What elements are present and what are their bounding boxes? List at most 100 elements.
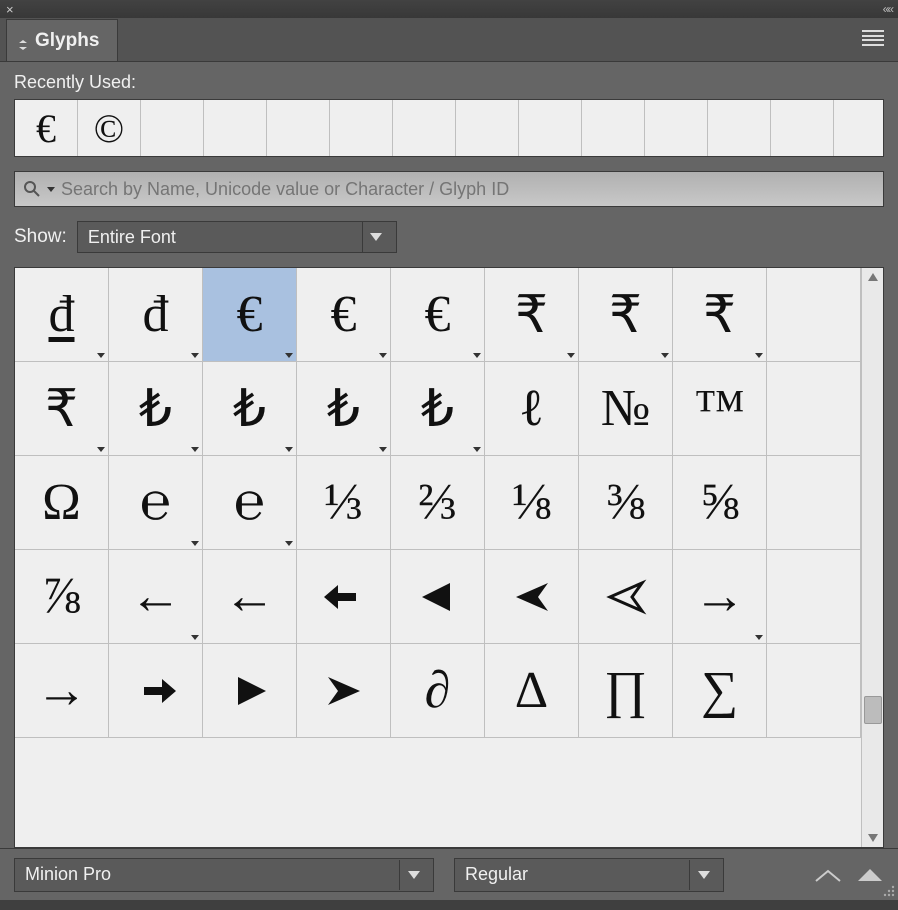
recent-glyph-cell[interactable] [708, 100, 771, 156]
recent-glyph-cell[interactable] [519, 100, 582, 156]
glyph-cell [767, 644, 861, 738]
glyph-cell[interactable]: ⅜ [579, 456, 673, 550]
glyph-cell[interactable]: ⅓ [297, 456, 391, 550]
recent-glyph-cell[interactable] [645, 100, 708, 156]
glyph-cell[interactable]: đ [109, 268, 203, 362]
glyph-cell[interactable]: → [15, 644, 109, 738]
recent-glyph-cell[interactable]: © [78, 100, 141, 156]
collapse-icon[interactable]: «« [883, 2, 892, 16]
glyph-cell[interactable]: № [579, 362, 673, 456]
alternates-indicator-icon [191, 541, 199, 546]
glyph-cell[interactable]: đ [15, 268, 109, 362]
glyph-cell[interactable]: ← [203, 550, 297, 644]
zoom-out-button[interactable] [814, 867, 842, 883]
tab-glyphs[interactable]: Glyphs [6, 19, 118, 61]
glyph-cell[interactable]: ₹ [673, 268, 767, 362]
close-icon[interactable]: × [6, 2, 14, 17]
glyph-cell[interactable]: ™ [673, 362, 767, 456]
glyph-grid: đđ€€€₹₹₹₹₺₺₺₺ℓ№™Ω℮℮⅓⅔⅛⅜⅝⅞←←→→∂Δ∏∑ [15, 268, 861, 847]
glyph-cell [767, 456, 861, 550]
dropdown-button[interactable] [399, 860, 427, 890]
alternates-indicator-icon [97, 353, 105, 358]
alternates-indicator-icon [97, 447, 105, 452]
alternates-indicator-icon [661, 353, 669, 358]
glyph-cell[interactable]: € [203, 268, 297, 362]
search-history-icon[interactable] [47, 187, 55, 192]
recent-glyph-cell[interactable] [456, 100, 519, 156]
font-family-dropdown[interactable]: Minion Pro [14, 858, 434, 892]
recent-glyph-cell[interactable] [141, 100, 204, 156]
glyph-cell[interactable]: ∂ [391, 644, 485, 738]
recent-glyph-cell[interactable] [204, 100, 267, 156]
zoom-in-button[interactable] [856, 867, 884, 883]
tab-bar: Glyphs [0, 18, 898, 62]
show-row: Show: Entire Font [14, 221, 884, 253]
glyph-cell[interactable]: ⅔ [391, 456, 485, 550]
font-family-value: Minion Pro [25, 864, 389, 885]
glyph-cell[interactable]: Δ [485, 644, 579, 738]
glyph-cell[interactable] [579, 550, 673, 644]
glyph-cell[interactable]: Ω [15, 456, 109, 550]
vertical-scrollbar[interactable] [861, 268, 883, 847]
recent-glyph-cell[interactable] [771, 100, 834, 156]
alternates-indicator-icon [191, 635, 199, 640]
glyph-cell[interactable] [485, 550, 579, 644]
tab-label: Glyphs [35, 30, 99, 52]
alternates-indicator-icon [285, 353, 293, 358]
glyph-cell[interactable]: ∏ [579, 644, 673, 738]
glyph-cell[interactable]: ₹ [579, 268, 673, 362]
glyph-cell[interactable]: ⅝ [673, 456, 767, 550]
glyph-cell[interactable]: ₺ [203, 362, 297, 456]
recent-glyph-cell[interactable] [393, 100, 456, 156]
window-titlebar: × «« [0, 0, 898, 18]
glyph-cell[interactable]: ₺ [297, 362, 391, 456]
search-bar[interactable] [14, 171, 884, 207]
glyph-cell[interactable] [297, 644, 391, 738]
panel-menu-icon[interactable] [862, 30, 884, 46]
show-dropdown-value: Entire Font [88, 227, 352, 248]
alternates-indicator-icon [285, 447, 293, 452]
glyph-cell[interactable]: ₺ [109, 362, 203, 456]
scroll-up-button[interactable] [862, 268, 883, 286]
alternates-indicator-icon [755, 353, 763, 358]
search-input[interactable] [61, 179, 875, 200]
recent-glyph-cell[interactable]: € [15, 100, 78, 156]
glyph-cell[interactable]: ₺ [391, 362, 485, 456]
glyph-cell[interactable] [297, 550, 391, 644]
alternates-indicator-icon [191, 353, 199, 358]
recent-glyph-cell[interactable] [267, 100, 330, 156]
recent-glyph-cell[interactable] [582, 100, 645, 156]
glyph-cell[interactable]: € [297, 268, 391, 362]
alternates-indicator-icon [285, 541, 293, 546]
glyph-cell[interactable]: ← [109, 550, 203, 644]
glyph-cell[interactable]: ⅛ [485, 456, 579, 550]
recent-glyph-cell[interactable] [330, 100, 393, 156]
glyph-cell[interactable] [109, 644, 203, 738]
glyph-cell[interactable]: ⅞ [15, 550, 109, 644]
search-icon [23, 180, 41, 198]
font-style-dropdown[interactable]: Regular [454, 858, 724, 892]
show-dropdown[interactable]: Entire Font [77, 221, 397, 253]
glyph-cell [767, 362, 861, 456]
alternates-indicator-icon [191, 447, 199, 452]
resize-grip-icon[interactable] [882, 884, 896, 898]
dropdown-button[interactable] [362, 222, 390, 252]
glyph-cell [767, 268, 861, 362]
alternates-indicator-icon [379, 447, 387, 452]
glyph-cell[interactable]: ₹ [15, 362, 109, 456]
glyph-grid-container: đđ€€€₹₹₹₹₺₺₺₺ℓ№™Ω℮℮⅓⅔⅛⅜⅝⅞←←→→∂Δ∏∑ [14, 267, 884, 848]
glyph-cell[interactable]: ∑ [673, 644, 767, 738]
glyph-cell[interactable]: ₹ [485, 268, 579, 362]
alternates-indicator-icon [473, 353, 481, 358]
dropdown-button[interactable] [689, 860, 717, 890]
glyph-cell[interactable]: ℮ [203, 456, 297, 550]
alternates-indicator-icon [379, 353, 387, 358]
glyph-cell[interactable]: → [673, 550, 767, 644]
glyph-cell[interactable]: ℓ [485, 362, 579, 456]
glyph-cell[interactable]: € [391, 268, 485, 362]
glyph-cell[interactable]: ℮ [109, 456, 203, 550]
scroll-down-button[interactable] [862, 829, 883, 847]
glyph-cell[interactable] [203, 644, 297, 738]
scroll-thumb[interactable] [864, 696, 882, 724]
glyph-cell[interactable] [391, 550, 485, 644]
